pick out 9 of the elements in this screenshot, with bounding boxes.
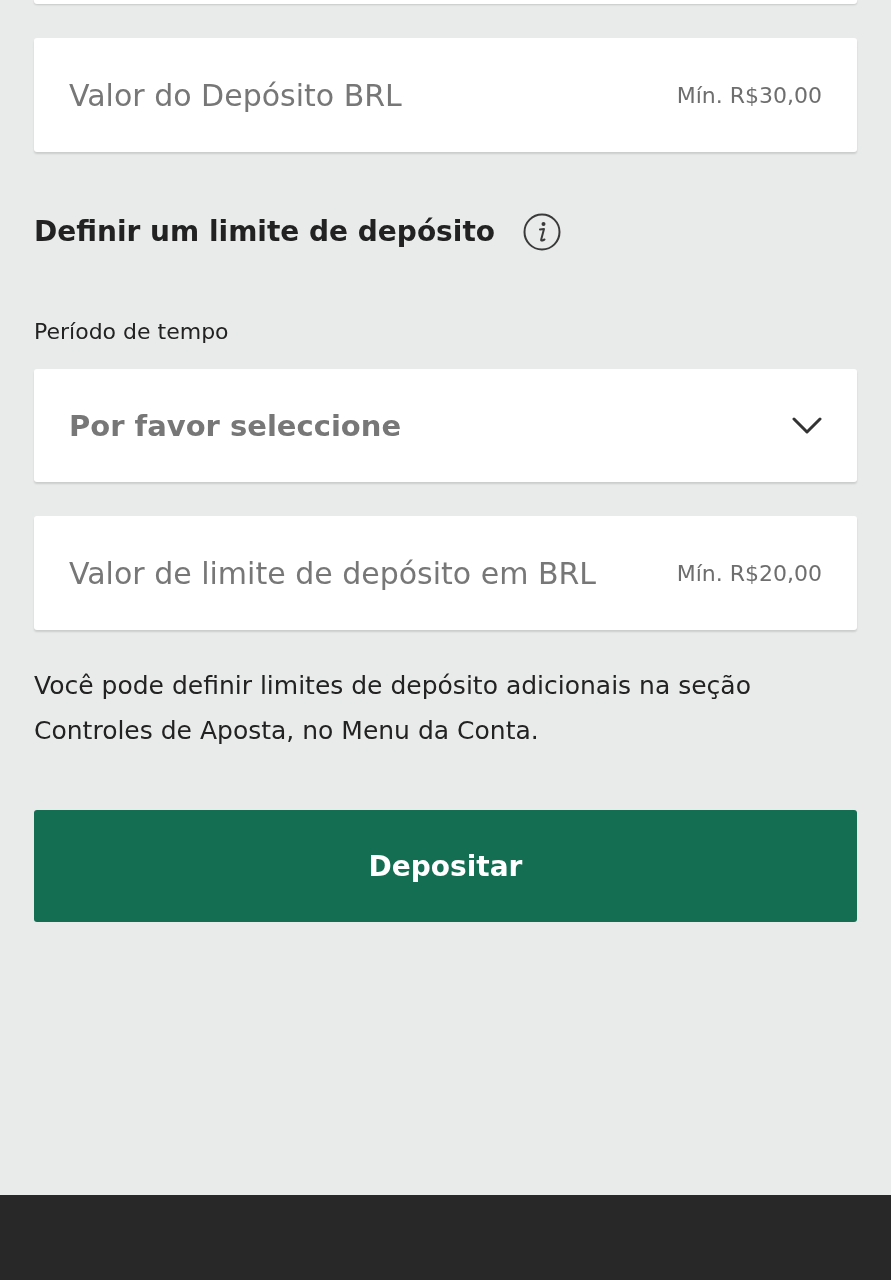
chevron-down-icon [792,416,822,435]
time-period-label: Período de tempo [34,318,230,346]
deposit-limit-note: Você pode definir limites de depósito adicionais na seção Controles de Aposta, no Menu da Conta. [34,670,752,747]
minimum-amount-hint: Mín. R$20,00 [676,560,822,586]
info-icon[interactable] [523,213,561,251]
time-period-select[interactable]: Por favor seleccione [34,369,857,482]
deposit-button[interactable]: Depositar [34,810,857,922]
section-heading: Definir um limite de depósito [34,214,495,250]
minimum-amount-hint: Mín. R$30,00 [676,82,822,108]
